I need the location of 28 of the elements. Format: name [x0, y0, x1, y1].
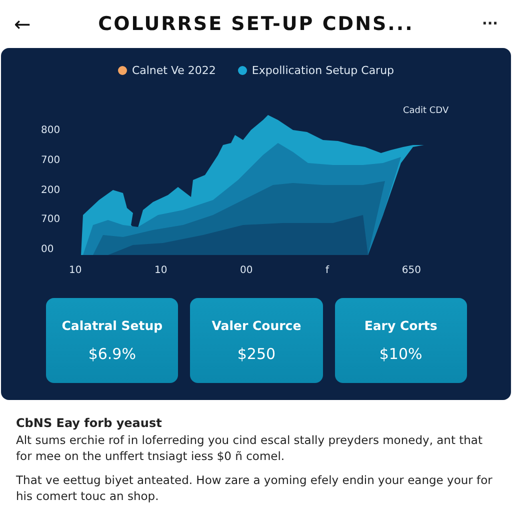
- article-heading: CbNS Eay forb yeaust: [16, 416, 163, 430]
- summary-card[interactable]: Valer Cource $250: [190, 298, 323, 383]
- y-axis-label: 00: [41, 244, 55, 255]
- x-axis-label: f: [326, 265, 330, 276]
- x-axis-label: 10: [69, 265, 82, 276]
- legend-label: Expollication Setup Carup: [252, 64, 394, 77]
- x-axis-label: 10: [154, 265, 168, 276]
- y-axis-label: 800: [41, 125, 62, 136]
- card-label: Calatral Setup: [62, 318, 163, 333]
- y-axis-label: 700: [41, 154, 62, 166]
- card-value: $6.9%: [88, 345, 136, 363]
- y-axis-label: 200: [41, 184, 62, 196]
- more-icon[interactable]: ···: [468, 16, 498, 32]
- card-value: $10%: [379, 345, 422, 363]
- back-icon[interactable]: ←: [14, 12, 44, 36]
- series-end-label: Cadit CDV: [403, 106, 449, 116]
- y-axis-label: 700: [41, 214, 62, 226]
- card-value: $250: [237, 345, 276, 363]
- card-label: Eary Corts: [364, 318, 438, 333]
- summary-card[interactable]: Calatral Setup $6.9%: [46, 298, 178, 383]
- card-label: Valer Cource: [212, 318, 302, 333]
- summary-card[interactable]: Eary Corts $10%: [334, 298, 467, 383]
- page-title: COLURRSE SET-UP CDNS...: [97, 13, 415, 35]
- x-axis-label: 00: [240, 265, 253, 276]
- article-paragraph: Alt sums erchie rof in loferreding you cind escal stally preyders monedy, ant that for mee on the unffert tnsiagt iess $0 ñ comel.: [16, 432, 484, 464]
- article-paragraph: That ve eettug biyet anteated. How zare a yoming efely endin your eange your for his comert touc an shop.: [16, 472, 494, 504]
- legend-label: Calnet Ve 2022: [132, 64, 216, 77]
- x-axis-label: 650: [402, 265, 421, 276]
